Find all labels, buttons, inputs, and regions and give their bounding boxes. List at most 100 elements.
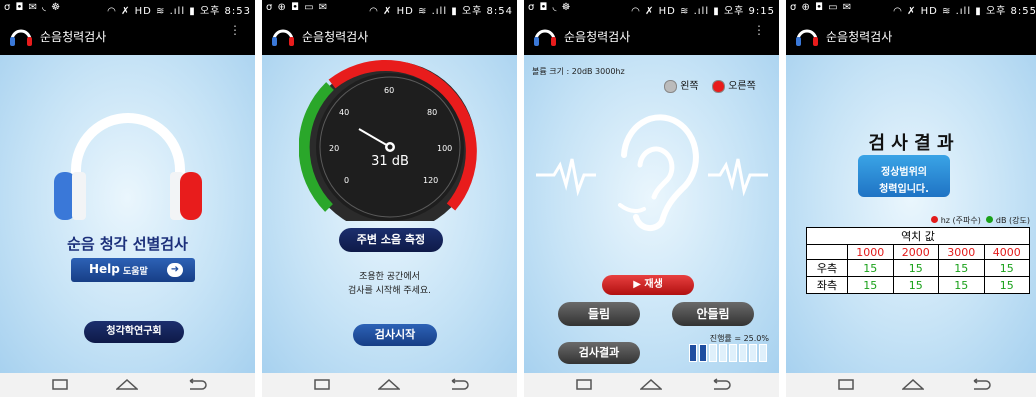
progress-segment [689, 344, 697, 362]
legend-db-label: dB (강도) [995, 216, 1030, 225]
org-button[interactable]: 청각학연구회 [84, 321, 184, 343]
recent-apps-icon[interactable] [576, 378, 592, 390]
app-bar: 순음청력검사 [786, 17, 1036, 55]
screen-noise-check: σ ⊕ ◘ ▭ ✉ ◠ ✗ HD ≋ .ıll ▮ 오후 8:54 순음청력검사… [262, 0, 517, 397]
home-icon[interactable] [378, 378, 400, 390]
status-bar: σ ◘ ◟ ☸ ◠ ✗ HD ≋ .ıll ▮ 오후 9:15 [524, 0, 779, 17]
content-area: 순음 청각 선별검사 Help 도움말 ➜ 청각학연구회 [0, 55, 255, 373]
recent-apps-icon[interactable] [52, 378, 68, 390]
home-icon[interactable] [640, 378, 662, 390]
tick-label-120: 120 [423, 176, 438, 185]
progress-segment [739, 344, 747, 362]
threshold-cell: 15 [983, 276, 1030, 294]
play-button[interactable]: ▶ 재생 [602, 275, 694, 295]
row-label-left: 좌측 [806, 276, 848, 294]
ear-right-option[interactable]: 오른쪽 [712, 77, 756, 93]
app-title: 순음청력검사 [302, 30, 369, 44]
content-area: 검 사 결 과 정상범위의 청력입니다. hz (주파수) dB (강도) 역치… [786, 55, 1036, 373]
help-button[interactable]: Help 도움말 ➜ [71, 258, 195, 282]
status-icons-right: ◠ ✗ HD ≋ .ıll ▮ 오후 8:54 [369, 6, 513, 17]
nav-bar [0, 373, 255, 397]
screen-hearing-test: σ ◘ ◟ ☸ ◠ ✗ HD ≋ .ıll ▮ 오후 9:15 순음청력검사 ⋮… [524, 0, 779, 397]
result-button[interactable]: 검사결과 [558, 342, 640, 364]
status-icons-right: ◠ ✗ HD ≋ .ıll ▮ 오후 9:15 [631, 6, 775, 17]
home-icon[interactable] [902, 378, 924, 390]
threshold-cell: 15 [983, 259, 1030, 277]
headphone-logo-icon [10, 29, 32, 46]
threshold-cell: 15 [847, 259, 894, 277]
table-row: 좌측 15 15 15 15 [806, 276, 1030, 294]
progress-segment [759, 344, 767, 362]
headphone-logo-icon [534, 29, 556, 46]
threshold-cell: 15 [892, 276, 939, 294]
radio-right-icon [712, 79, 725, 93]
app-title: 순음청력검사 [40, 30, 107, 44]
threshold-table: 역치 값 1000 2000 3000 4000 우측 15 15 15 15 … [806, 227, 1030, 294]
nav-bar [262, 373, 517, 397]
status-bar: σ ⊕ ◘ ▭ ✉ ◠ ✗ HD ≋ .ıll ▮ 오후 8:54 [262, 0, 517, 17]
content-area: 볼륨 크기 : 20dB 3000hz 왼쪽 오른쪽 ▶ 재생 들림 안들림 진… [524, 55, 779, 373]
content-area: 0 20 40 60 80 100 120 31 dB 주변 소음 측정 조용한… [262, 55, 517, 373]
headphone-illustration [54, 113, 202, 220]
freq-header: 3000 [938, 244, 985, 260]
ear-left-option[interactable]: 왼쪽 [664, 77, 699, 93]
measure-noise-button[interactable]: 주변 소음 측정 [339, 228, 443, 252]
status-icons-right: ◠ ✗ HD ≋ .ıll ▮ 오후 8:55 [893, 6, 1036, 17]
status-icons-left: σ ⊕ ◘ ▭ ✉ [790, 2, 853, 13]
legend-hz-dot-icon [931, 216, 939, 223]
nav-bar [524, 373, 779, 397]
app-bar: 순음청력검사 [262, 17, 517, 55]
headphone-logo-icon [272, 29, 294, 46]
app-bar: 순음청력검사 ⋮ [0, 17, 255, 55]
back-icon[interactable] [710, 378, 732, 390]
status-icons-right: ◠ ✗ HD ≋ .ıll ▮ 오후 8:53 [107, 6, 251, 17]
back-icon[interactable] [970, 378, 992, 390]
home-icon[interactable] [116, 378, 138, 390]
volume-info: 볼륨 크기 : 20dB 3000hz [532, 67, 625, 76]
help-sub-label: 도움말 [123, 267, 148, 277]
normal-line1: 정상범위의 [881, 167, 927, 178]
progress-segment [699, 344, 707, 362]
arrow-right-icon: ➜ [167, 263, 183, 277]
db-reading: 31 dB [371, 154, 409, 169]
back-icon[interactable] [186, 378, 208, 390]
threshold-cell: 15 [847, 276, 894, 294]
progress-segment [719, 344, 727, 362]
back-icon[interactable] [448, 378, 470, 390]
not-heard-button[interactable]: 안들림 [672, 302, 754, 326]
tick-label-60: 60 [384, 86, 394, 95]
table-row: 우측 15 15 15 15 [806, 259, 1030, 277]
row-label-right: 우측 [806, 259, 848, 277]
normal-range-badge: 정상범위의 청력입니다. [858, 155, 950, 197]
freq-header-row: 1000 2000 3000 4000 [806, 244, 1030, 260]
status-icons-left: σ ◘ ✉ ◟ ☸ [4, 2, 62, 13]
tick-label-20: 20 [329, 144, 339, 153]
overflow-menu-icon[interactable]: ⋮ [229, 24, 241, 36]
start-test-button[interactable]: 검사시작 [353, 324, 437, 346]
recent-apps-icon[interactable] [314, 378, 330, 390]
table-title: 역치 값 [806, 227, 1030, 245]
nav-bar [786, 373, 1036, 397]
quiet-message-line1: 조용한 공간에서 [359, 272, 420, 282]
result-heading: 검 사 결 과 [868, 133, 954, 154]
recent-apps-icon[interactable] [838, 378, 854, 390]
radio-left-icon [664, 79, 677, 93]
threshold-cell: 15 [892, 259, 939, 277]
screening-heading: 순음 청각 선별검사 [67, 235, 188, 253]
overflow-menu-icon[interactable]: ⋮ [753, 24, 765, 36]
freq-header: 2000 [892, 244, 939, 260]
progress-text: 진행률 = 25.0% [709, 334, 769, 343]
chart-legend: hz (주파수) dB (강도) [931, 215, 1030, 226]
progress-segment [749, 344, 757, 362]
heard-button[interactable]: 들림 [558, 302, 640, 326]
tick-label-40: 40 [339, 108, 349, 117]
app-bar: 순음청력검사 ⋮ [524, 17, 779, 55]
ear-soundwave-icon [536, 114, 768, 231]
legend-db-dot-icon [986, 216, 994, 223]
status-icons-left: σ ⊕ ◘ ▭ ✉ [266, 2, 329, 13]
headphone-logo-icon [796, 29, 818, 46]
app-title: 순음청력검사 [826, 30, 893, 44]
freq-header: 4000 [983, 244, 1030, 260]
progress-segment [729, 344, 737, 362]
normal-line2: 청력입니다. [879, 184, 929, 195]
